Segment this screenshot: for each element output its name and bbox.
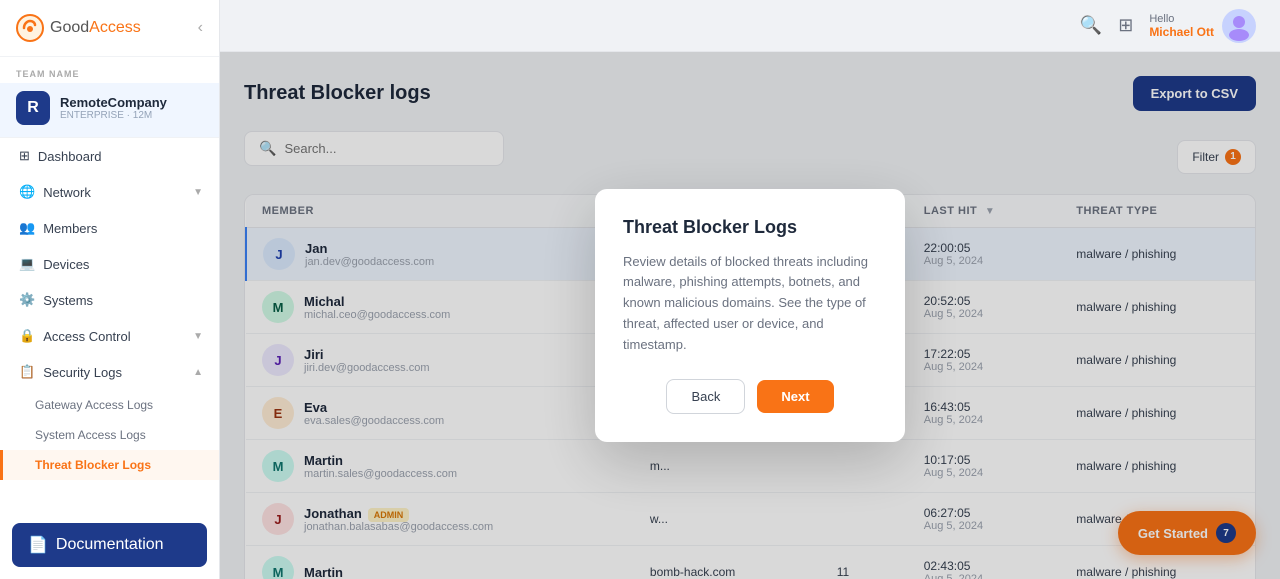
modal-title: Threat Blocker Logs [623,217,877,238]
logo-access: Access [89,19,141,36]
sidebar-item-threat-blocker-logs[interactable]: Threat Blocker Logs [0,450,219,480]
sidebar-logo-area: GoodAccess ‹ [0,0,219,57]
sidebar-collapse-button[interactable]: ‹ [198,19,203,37]
sidebar: GoodAccess ‹ TEAM NAME R RemoteCompany E… [0,0,220,579]
next-button[interactable]: Next [757,380,833,413]
sidebar-item-members[interactable]: 👥 Members [0,210,219,246]
team-info: RemoteCompany ENTERPRISE · 12M [60,95,167,121]
sidebar-item-devices[interactable]: 💻 Devices [0,246,219,282]
team-avatar: R [16,91,50,125]
logo-good: Good [50,19,89,36]
user-greeting: Hello Michael Ott [1149,13,1214,39]
sidebar-item-gateway-access-logs[interactable]: Gateway Access Logs [0,390,219,420]
docs-icon: 📄 [28,535,48,555]
dashboard-icon: ⊞ [19,148,30,164]
modal-body: Review details of blocked threats includ… [623,252,877,356]
logo-text: GoodAccess [50,19,141,37]
logo-icon [16,14,44,42]
systems-icon: ⚙️ [19,292,35,308]
user-menu[interactable]: Hello Michael Ott [1149,9,1256,43]
grid-icon[interactable]: ⊞ [1118,15,1133,36]
documentation-button[interactable]: 📄 Documentation [12,523,207,567]
user-avatar [1222,9,1256,43]
sidebar-item-security-logs[interactable]: 📋 Security Logs ▲ [0,354,219,390]
modal-actions: Back Next [623,379,877,414]
access-control-icon: 🔒 [19,328,35,344]
network-icon: 🌐 [19,184,35,200]
docs-label: Documentation [56,536,164,554]
team-card[interactable]: R RemoteCompany ENTERPRISE · 12M [0,83,219,138]
sidebar-item-dashboard[interactable]: ⊞ Dashboard [0,138,219,174]
devices-icon: 💻 [19,256,35,272]
team-sub: ENTERPRISE · 12M [60,110,167,121]
main-area: 🔍 ⊞ Hello Michael Ott Threat Blocker log… [220,0,1280,579]
threat-blocker-logs-modal: Threat Blocker Logs Review details of bl… [595,189,905,443]
sidebar-item-access-control[interactable]: 🔒 Access Control ▼ [0,318,219,354]
security-logs-icon: 📋 [19,364,35,380]
back-button[interactable]: Back [666,379,745,414]
chevron-up-icon: ▲ [193,367,203,378]
team-label: TEAM NAME [0,57,219,83]
team-name: RemoteCompany [60,95,167,110]
sidebar-item-system-access-logs[interactable]: System Access Logs [0,420,219,450]
content-area: Threat Blocker logs Export to CSV 🔍 Filt… [220,52,1280,579]
search-icon[interactable]: 🔍 [1080,15,1102,36]
chevron-down-icon: ▼ [193,187,203,198]
logo: GoodAccess [16,14,141,42]
chevron-down-icon: ▼ [193,331,203,342]
modal-overlay: Threat Blocker Logs Review details of bl… [220,52,1280,579]
sidebar-item-systems[interactable]: ⚙️ Systems [0,282,219,318]
sidebar-item-network[interactable]: 🌐 Network ▼ [0,174,219,210]
topbar: 🔍 ⊞ Hello Michael Ott [220,0,1280,52]
members-icon: 👥 [19,220,35,236]
